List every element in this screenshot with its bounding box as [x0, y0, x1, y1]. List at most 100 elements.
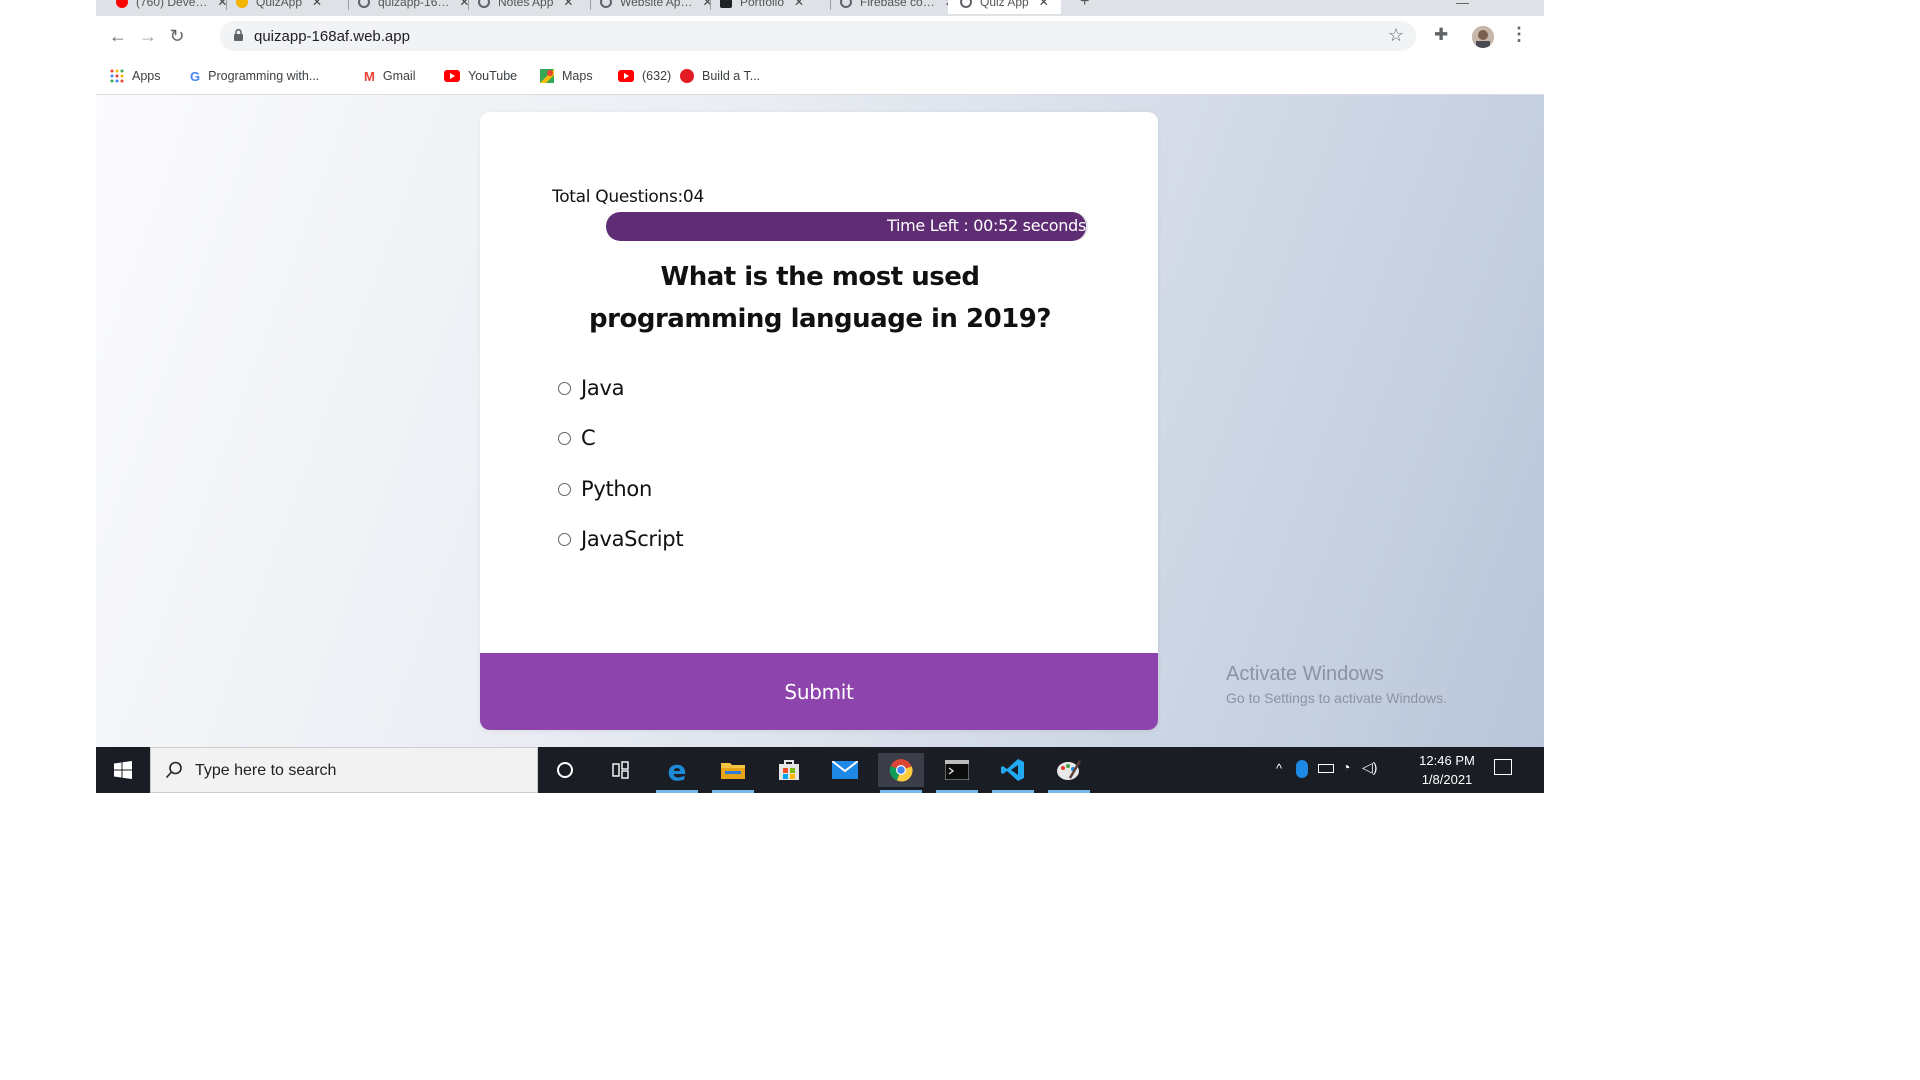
store-icon[interactable]: [766, 753, 812, 787]
close-icon[interactable]: ✕: [563, 0, 573, 9]
avatar[interactable]: [1472, 26, 1494, 48]
tab-title: Portfolio: [740, 0, 785, 9]
clock-time: 12:46 PM: [1419, 753, 1475, 768]
browser-tab[interactable]: (760) Deve… ✕: [116, 0, 227, 14]
edge-icon[interactable]: e: [654, 753, 700, 793]
record-icon: [680, 69, 694, 83]
lock-icon: [234, 29, 243, 41]
tab-title: Firebase co…: [860, 0, 935, 9]
radio-button[interactable]: [558, 431, 571, 445]
option-label: JavaScript: [581, 527, 684, 551]
url-text: quizapp-168af.web.app: [254, 28, 410, 45]
firebase-icon: [236, 0, 248, 8]
bookmark-label: Programming with...: [208, 69, 320, 83]
browser-tab[interactable]: Portfolio ✕: [720, 0, 804, 14]
browser-tab[interactable]: Notes App ✕: [478, 0, 573, 14]
browser-tab[interactable]: quizapp-16… ✕: [358, 0, 469, 14]
reload-icon[interactable]: ↻: [165, 24, 189, 48]
activate-windows-watermark: Activate Windows Go to Settings to activ…: [1226, 663, 1447, 706]
search-icon: [165, 761, 182, 779]
bookmark-youtube[interactable]: YouTube: [444, 66, 517, 86]
bookmark-apps[interactable]: Apps: [110, 66, 161, 86]
web-page: Total Questions:04 Time Left : 00:52 sec…: [96, 95, 1544, 747]
vscode-icon[interactable]: [990, 753, 1036, 793]
start-button[interactable]: [96, 747, 150, 793]
bookmark-label: Apps: [132, 69, 161, 83]
google-icon: G: [190, 68, 201, 84]
mail-icon[interactable]: [822, 753, 868, 787]
browser-tab-active[interactable]: Quiz App ✕: [948, 0, 1061, 14]
option-label: C: [581, 426, 596, 450]
youtube-icon: [444, 70, 460, 82]
bookmark-programming[interactable]: G Programming with...: [190, 66, 319, 86]
search-placeholder: Type here to search: [195, 762, 337, 779]
maps-icon: [540, 69, 554, 83]
minimize-icon[interactable]: —: [1456, 0, 1469, 14]
youtube-icon: [116, 0, 128, 8]
globe-icon: [840, 0, 852, 8]
option-label: Java: [581, 376, 625, 400]
globe-icon: [600, 0, 612, 8]
close-icon[interactable]: ✕: [702, 0, 712, 9]
file-explorer-icon[interactable]: [710, 753, 756, 793]
tab-title: Notes App: [498, 0, 554, 9]
browser-tab[interactable]: Firebase co… ✕: [840, 0, 955, 14]
radio-button[interactable]: [558, 532, 571, 546]
bookmark-label: YouTube: [468, 69, 518, 83]
avatar-image: [1472, 26, 1494, 48]
browser-tab[interactable]: QuizApp ✕: [236, 0, 322, 14]
portfolio-icon: [720, 0, 732, 8]
back-icon[interactable]: ←: [106, 24, 130, 48]
option-javascript[interactable]: JavaScript: [558, 524, 684, 554]
tab-title: Quiz App: [980, 0, 1029, 9]
option-label: Python: [581, 477, 652, 501]
bookmark-label: Gmail: [382, 69, 416, 83]
chevron-up-icon[interactable]: ^: [1276, 761, 1282, 776]
terminal-icon[interactable]: [934, 753, 980, 793]
close-icon[interactable]: ✕: [794, 0, 804, 9]
radio-button[interactable]: [558, 482, 571, 496]
notification-icon[interactable]: [1494, 759, 1512, 775]
close-icon[interactable]: ✕: [312, 0, 322, 9]
apps-grid-icon: [110, 69, 124, 83]
option-python[interactable]: Python: [558, 474, 652, 504]
watermark-subtitle: Go to Settings to activate Windows.: [1226, 690, 1447, 706]
star-icon[interactable]: ☆: [1388, 25, 1404, 46]
tab-title: Website Ap…: [620, 0, 693, 9]
youtube-icon: [618, 70, 634, 82]
chrome-icon[interactable]: [878, 753, 924, 793]
bookmark-maps[interactable]: Maps: [540, 66, 593, 86]
total-questions: Total Questions:04: [552, 187, 704, 207]
quiz-card: Total Questions:04 Time Left : 00:52 sec…: [480, 112, 1158, 730]
taskbar-clock[interactable]: 12:46 PM 1/8/2021: [1416, 751, 1478, 789]
new-tab-button[interactable]: +: [1080, 0, 1089, 14]
tab-strip: (760) Deve… ✕ QuizApp ✕ quizapp-16… ✕ No…: [96, 0, 1544, 16]
forward-icon[interactable]: →: [136, 24, 160, 48]
address-bar[interactable]: quizapp-168af.web.app ☆: [220, 21, 1416, 51]
extensions-icon[interactable]: ✚: [1434, 25, 1448, 45]
bluetooth-icon[interactable]: [1296, 760, 1308, 778]
close-icon[interactable]: ✕: [1039, 0, 1049, 9]
taskbar-search[interactable]: Type here to search: [150, 747, 538, 793]
battery-icon[interactable]: [1318, 764, 1334, 773]
watermark-title: Activate Windows: [1226, 663, 1384, 685]
bookmark-gmail[interactable]: M Gmail: [364, 66, 416, 86]
option-java[interactable]: Java: [558, 373, 624, 403]
radio-button[interactable]: [558, 381, 571, 395]
option-c[interactable]: C: [558, 423, 596, 453]
bookmark-youtube-632[interactable]: (632): [618, 66, 671, 86]
bookmark-label: Maps: [562, 69, 593, 83]
globe-icon: [960, 0, 972, 8]
task-view-icon[interactable]: [598, 753, 644, 787]
bookmark-build[interactable]: Build a T...: [680, 66, 760, 86]
submit-button[interactable]: Submit: [480, 653, 1158, 730]
globe-icon: [478, 0, 490, 8]
cortana-icon[interactable]: [542, 753, 588, 787]
timer-progress-bar: Time Left : 00:52 seconds: [606, 212, 1088, 241]
bookmarks-bar: Apps G Programming with... M Gmail YouTu…: [96, 58, 1544, 95]
volume-icon[interactable]: ◁): [1362, 759, 1377, 776]
wifi-icon[interactable]: ◔: [1342, 759, 1350, 775]
more-menu-icon[interactable]: ⋮: [1510, 24, 1528, 45]
paint-icon[interactable]: [1046, 753, 1092, 793]
browser-tab[interactable]: Website Ap… ✕: [600, 0, 713, 14]
